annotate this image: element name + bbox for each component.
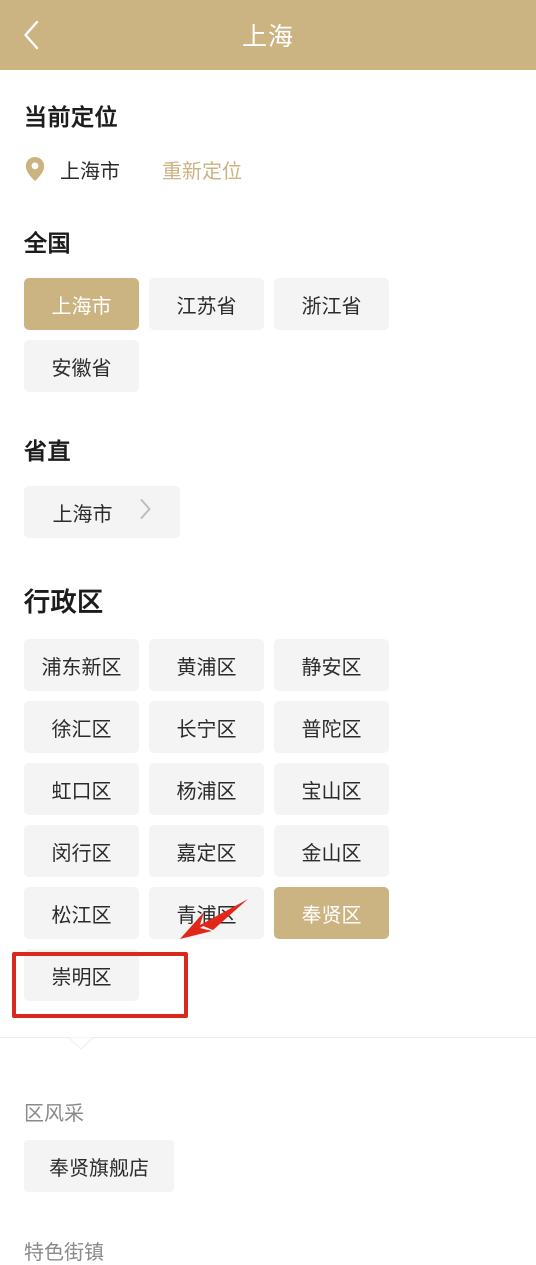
district-chip-changning[interactable]: 长宁区 — [149, 701, 264, 753]
district-chip-yangpu[interactable]: 杨浦区 — [149, 763, 264, 815]
page-content: 当前定位 上海市 重新定位 全国 上海市 江苏省 浙江省 安徽省 省直 上海市 … — [0, 70, 536, 1265]
districts-chip-list: 浦东新区 黄浦区 静安区 徐汇区 长宁区 普陀区 虹口区 杨浦区 宝山区 闵行区… — [24, 639, 512, 1001]
chevron-left-icon — [22, 20, 40, 50]
province-direct-chip-shanghai[interactable]: 上海市 — [24, 486, 180, 538]
current-location-row: 上海市 重新定位 — [24, 154, 512, 184]
page-title: 上海 — [241, 23, 294, 51]
district-chip-jiading[interactable]: 嘉定区 — [149, 825, 264, 877]
districts-section: 行政区 浦东新区 黄浦区 静安区 徐汇区 长宁区 普陀区 虹口区 杨浦区 宝山区… — [0, 582, 536, 1001]
current-location-section: 当前定位 上海市 重新定位 — [0, 70, 536, 184]
national-chip-zhejiang[interactable]: 浙江省 — [274, 278, 389, 330]
current-city-value: 上海市 — [60, 160, 120, 183]
national-chip-anhui[interactable]: 安徽省 — [24, 340, 139, 392]
relocate-button[interactable]: 重新定位 — [162, 155, 242, 184]
district-chip-jinshan[interactable]: 金山区 — [274, 825, 389, 877]
collapse-notch-icon — [68, 1037, 94, 1050]
province-direct-section: 省直 上海市 — [0, 432, 536, 538]
page-root: 上海 当前定位 上海市 重新定位 全国 上海市 江苏省 浙江省 安徽省 省直 上… — [0, 0, 536, 1264]
national-chip-list: 上海市 江苏省 浙江省 安徽省 — [24, 278, 512, 392]
district-chip-xuhui[interactable]: 徐汇区 — [24, 701, 139, 753]
district-chip-huangpu[interactable]: 黄浦区 — [149, 639, 264, 691]
district-chip-chongming[interactable]: 崇明区 — [24, 949, 139, 1001]
section-divider — [0, 1037, 536, 1051]
district-chip-qingpu[interactable]: 青浦区 — [149, 887, 264, 939]
national-section: 全国 上海市 江苏省 浙江省 安徽省 — [0, 224, 536, 392]
national-chip-jiangsu[interactable]: 江苏省 — [149, 278, 264, 330]
back-button[interactable] — [22, 0, 66, 70]
district-style-label: 区风采 — [24, 1103, 84, 1125]
national-chip-shanghai[interactable]: 上海市 — [24, 278, 139, 330]
districts-heading: 行政区 — [24, 587, 104, 617]
district-chip-pudong[interactable]: 浦东新区 — [24, 639, 139, 691]
app-header: 上海 — [0, 0, 536, 70]
district-chip-baoshan[interactable]: 宝山区 — [274, 763, 389, 815]
store-chip-fengxian-flagship[interactable]: 奉贤旗舰店 — [24, 1140, 174, 1192]
store-chip-list: 奉贤旗舰店 — [24, 1140, 512, 1192]
national-heading: 全国 — [24, 230, 71, 256]
district-chip-fengxian[interactable]: 奉贤区 — [274, 887, 389, 939]
bottom-section: 区风采 奉贤旗舰店 特色街镇 — [0, 1097, 536, 1265]
district-chip-putuo[interactable]: 普陀区 — [274, 701, 389, 753]
district-chip-hongkou[interactable]: 虹口区 — [24, 763, 139, 815]
district-chip-songjiang[interactable]: 松江区 — [24, 887, 139, 939]
district-chip-jingan[interactable]: 静安区 — [274, 639, 389, 691]
province-direct-chip-list: 上海市 — [24, 486, 512, 538]
chevron-right-icon — [139, 498, 152, 526]
province-direct-heading: 省直 — [24, 438, 71, 464]
province-direct-chip-label: 上海市 — [52, 503, 113, 526]
featured-towns-label: 特色街镇 — [24, 1242, 104, 1264]
map-pin-icon — [24, 156, 46, 182]
current-location-heading: 当前定位 — [24, 104, 118, 130]
district-chip-minhang[interactable]: 闵行区 — [24, 825, 139, 877]
